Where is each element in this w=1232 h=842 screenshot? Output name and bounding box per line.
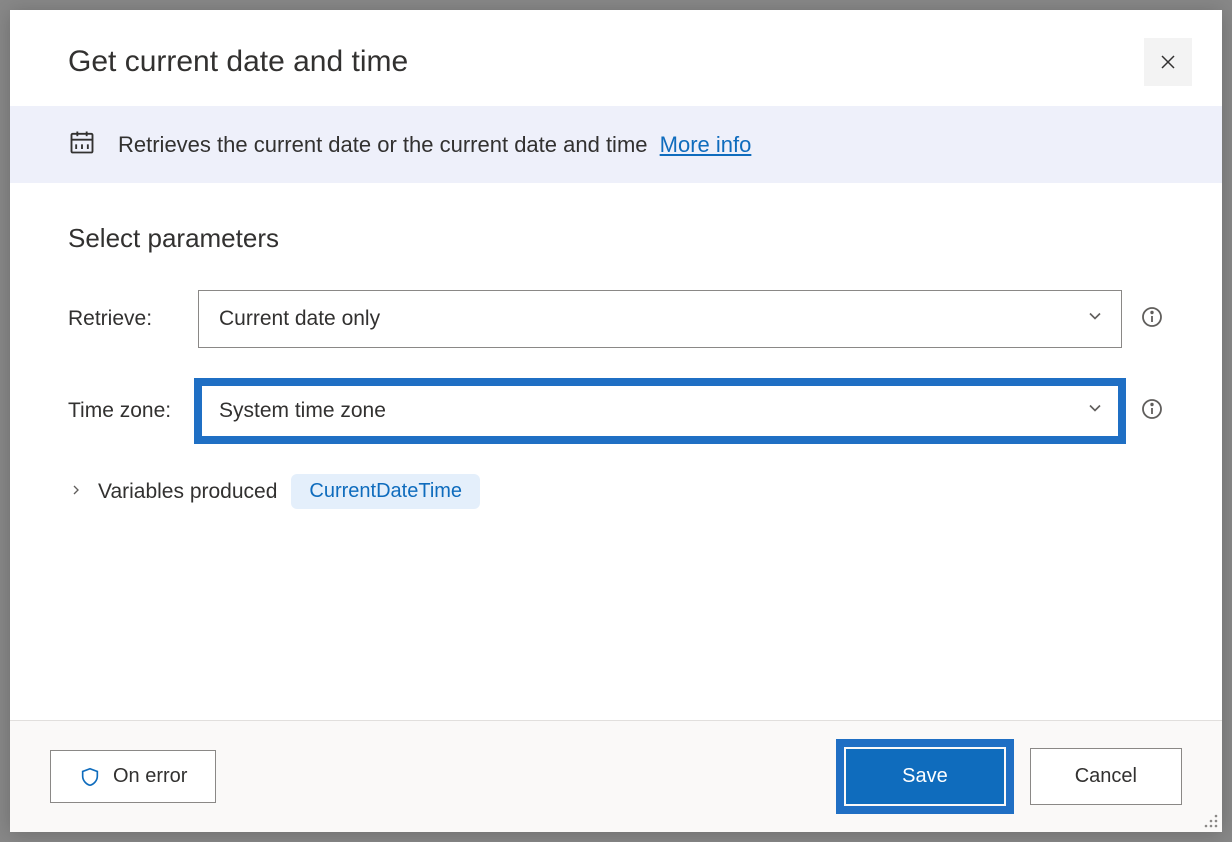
- dialog-body: Select parameters Retrieve: Current date…: [10, 183, 1222, 720]
- info-bar: Retrieves the current date or the curren…: [10, 106, 1222, 183]
- variables-produced-row[interactable]: Variables produced CurrentDateTime: [68, 474, 1164, 509]
- chevron-down-icon: [1085, 306, 1105, 332]
- dialog-footer: On error Save Cancel: [10, 720, 1222, 832]
- save-highlight: Save: [840, 743, 1010, 810]
- timezone-select[interactable]: System time zone: [198, 382, 1122, 440]
- save-button[interactable]: Save: [846, 749, 1004, 804]
- timezone-info-icon[interactable]: [1140, 397, 1164, 426]
- dialog-title: Get current date and time: [68, 45, 408, 79]
- retrieve-label: Retrieve:: [68, 307, 198, 331]
- on-error-label: On error: [113, 765, 187, 788]
- footer-actions: Save Cancel: [840, 743, 1182, 810]
- info-description: Retrieves the current date or the curren…: [118, 132, 648, 157]
- cancel-button[interactable]: Cancel: [1030, 748, 1182, 805]
- section-title: Select parameters: [68, 223, 1164, 254]
- chevron-down-icon: [1085, 398, 1105, 424]
- dialog-header: Get current date and time: [10, 10, 1222, 106]
- on-error-button[interactable]: On error: [50, 750, 216, 803]
- shield-icon: [79, 766, 101, 788]
- variables-produced-label: Variables produced: [98, 480, 277, 504]
- param-row-retrieve: Retrieve: Current date only: [68, 290, 1164, 348]
- retrieve-select[interactable]: Current date only: [198, 290, 1122, 348]
- resize-grip[interactable]: [1202, 812, 1220, 830]
- retrieve-select-value: Current date only: [219, 307, 380, 331]
- close-button[interactable]: [1144, 38, 1192, 86]
- retrieve-info-icon[interactable]: [1140, 305, 1164, 334]
- chevron-right-icon: [68, 480, 84, 504]
- dialog-get-current-date-time: Get current date and time Retrieves the …: [10, 10, 1222, 832]
- variable-pill-currentdatetime[interactable]: CurrentDateTime: [291, 474, 480, 509]
- info-text: Retrieves the current date or the curren…: [118, 132, 751, 158]
- more-info-link[interactable]: More info: [660, 132, 752, 157]
- close-icon: [1159, 53, 1177, 71]
- calendar-icon: [68, 128, 96, 161]
- timezone-label: Time zone:: [68, 399, 198, 423]
- param-row-timezone: Time zone: System time zone: [68, 382, 1164, 440]
- timezone-select-value: System time zone: [219, 399, 386, 423]
